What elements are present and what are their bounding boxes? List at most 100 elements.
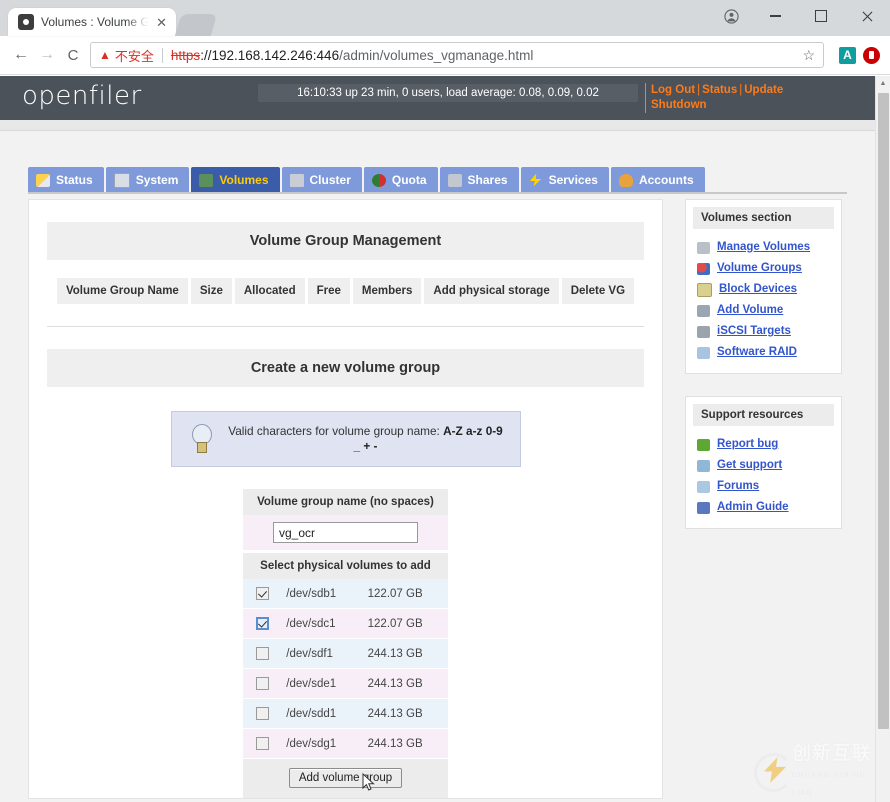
close-window-button[interactable] [844,0,890,32]
nav-underline [28,192,847,194]
shutdown-link[interactable]: Shutdown [651,99,707,111]
sidebar-item-label: Forums [717,477,759,496]
admin-guide-icon [697,502,710,514]
sidebar-item-label: Get support [717,456,782,475]
tab-quota[interactable]: Quota [364,167,438,193]
tab-shares[interactable]: Shares [440,167,519,193]
watermark-pinyin: CHUANG XIN HU LIAN [792,772,866,797]
col-members: Members [353,278,422,304]
volumes-section-title: Volumes section [693,207,834,229]
pv-checkbox[interactable] [256,617,269,630]
pv-size: 244.13 GB [362,639,448,669]
sidebar-item-block-devices[interactable]: Block Devices [686,279,841,300]
pv-checkbox-cell[interactable] [243,609,282,639]
new-tab-area[interactable] [175,14,217,36]
pv-checkbox-cell[interactable] [243,669,282,699]
forward-icon[interactable]: → [34,42,60,68]
sidebar-item-get-support[interactable]: Get support [686,455,841,476]
tab-label: Quota [392,173,427,187]
vg-name-input[interactable] [273,522,418,543]
extension-record-icon[interactable] [863,47,880,64]
table-row[interactable]: /dev/sdg1 244.13 GB [243,729,448,759]
sidebar-item-iscsi-targets[interactable]: iSCSI Targets [686,321,841,342]
update-link[interactable]: Update [744,84,783,96]
scrollbar-thumb[interactable] [878,93,889,729]
site-watermark: 创新互联 CHUANG XIN HU LIAN [752,748,882,794]
reload-icon[interactable]: C [60,42,86,68]
watermark-logo-icon [752,751,792,791]
log-out-link[interactable]: Log Out [651,84,695,96]
table-row[interactable]: /dev/sdb1 122.07 GB [243,579,448,609]
tab-status[interactable]: Status [28,167,104,193]
tab-volumes[interactable]: Volumes [191,167,279,193]
tab-services[interactable]: Services [521,167,609,193]
extension-a-icon[interactable]: A [839,47,856,64]
pv-checkbox[interactable] [256,737,269,750]
forums-icon [697,481,710,493]
table-row[interactable]: /dev/sdc1 122.07 GB [243,609,448,639]
add-volume-group-button[interactable]: Add volume group [289,768,402,788]
sidebar-item-manage-volumes[interactable]: Manage Volumes [686,237,841,258]
pv-checkbox-cell[interactable] [243,639,282,669]
profile-icon[interactable] [710,0,752,32]
pv-size: 122.07 GB [362,579,448,609]
sidebar-item-admin-guide[interactable]: Admin Guide [686,497,841,518]
maximize-button[interactable] [798,0,844,32]
pv-checkbox[interactable] [256,587,269,600]
lightbulb-icon [190,424,212,454]
quota-icon [372,174,386,187]
sidebar-item-label: Manage Volumes [717,238,810,257]
pv-checkbox[interactable] [256,677,269,690]
tab-title: Volumes : Volume Grou [41,15,153,29]
sidebar-item-forums[interactable]: Forums [686,476,841,497]
tab-label: Status [56,173,93,187]
manage-volumes-icon [697,242,710,254]
table-row[interactable]: /dev/sdf1 244.13 GB [243,639,448,669]
tab-label: Services [549,173,598,187]
scroll-up-arrow-icon[interactable]: ▲ [876,76,890,91]
pv-device: /dev/sdd1 [282,699,361,729]
col-size: Size [191,278,232,304]
not-secure-label: 不安全 [115,46,154,65]
status-link[interactable]: Status [702,84,737,96]
sidebar-item-label: Block Devices [719,280,797,299]
minimize-button[interactable] [752,0,798,32]
tab-cluster[interactable]: Cluster [282,167,362,193]
services-icon [529,174,543,187]
sidebar-item-software-raid[interactable]: Software RAID [686,342,841,363]
page-scrollbar[interactable]: ▲ [875,76,890,802]
physical-volumes-table: /dev/sdb1 122.07 GB /dev/sdc1 122.07 GB … [243,579,448,759]
browser-tab[interactable]: Volumes : Volume Grou ✕ [8,8,176,36]
main-navigation-tabs: Status System Volumes Cluster Quota [28,167,707,193]
pv-checkbox-cell[interactable] [243,729,282,759]
tab-accounts[interactable]: Accounts [611,167,705,193]
section-divider [47,326,644,327]
pv-checkbox[interactable] [256,707,269,720]
table-row[interactable]: /dev/sde1 244.13 GB [243,669,448,699]
sidebar-item-volume-groups[interactable]: Volume Groups [686,258,841,279]
sidebar-item-label: Admin Guide [717,498,789,517]
address-bar[interactable]: ▲ 不安全 https :// 192.168.142.246:446 /adm… [90,42,824,68]
pv-checkbox[interactable] [256,647,269,660]
back-icon[interactable]: ← [8,42,34,68]
volume-group-table: Volume Group Name Size Allocated Free Me… [54,278,637,304]
sidebar-item-add-volume[interactable]: Add Volume [686,300,841,321]
table-row[interactable]: /dev/sdd1 244.13 GB [243,699,448,729]
vg-management-title: Volume Group Management [47,222,644,260]
tab-close-icon[interactable]: ✕ [153,16,170,29]
pv-checkbox-cell[interactable] [243,579,282,609]
tip-prefix: Valid characters for volume group name: [228,424,443,438]
right-sidebar: Volumes section Manage Volumes Volume Gr… [685,199,842,551]
col-delete-vg: Delete VG [562,278,634,304]
vg-name-row [243,515,448,550]
bookmark-star-icon[interactable]: ☆ [796,47,815,64]
software-raid-icon [697,347,710,359]
browser-window: Volumes : Volume Grou ✕ ← → C ▲ 不安全 http… [0,0,890,802]
tip-charset: A-Z a-z 0-9 [443,424,503,438]
sidebar-item-report-bug[interactable]: Report bug [686,434,841,455]
tab-label: Accounts [639,173,694,187]
col-add-storage: Add physical storage [424,278,558,304]
tip-text: Valid characters for volume group name: … [222,424,510,454]
tab-system[interactable]: System [106,167,190,193]
pv-checkbox-cell[interactable] [243,699,282,729]
